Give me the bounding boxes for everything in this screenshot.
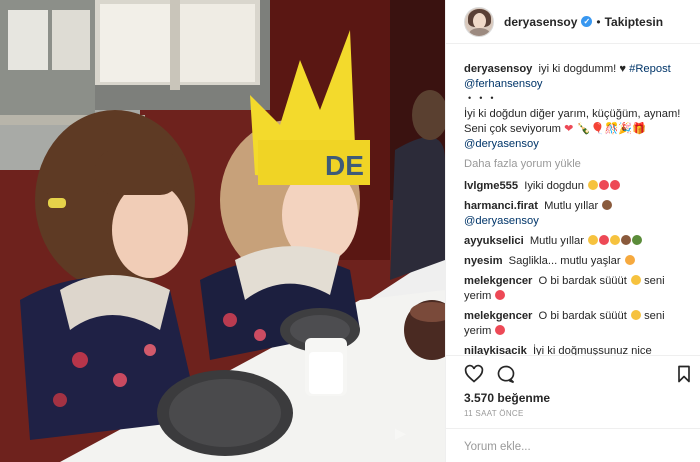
comment-username[interactable]: ayyukselici xyxy=(464,235,524,247)
post-side-panel: deryasensoy ✓ • Takiptesin deryasensoy i… xyxy=(445,0,700,462)
comment-item: ayyukselici Mutlu yıllar xyxy=(464,234,683,249)
comment-username[interactable]: melekgencer xyxy=(464,310,532,322)
comment-bubble-icon[interactable] xyxy=(496,364,516,384)
comment-item: lvlgme555 Iyiki dogdun xyxy=(464,179,683,194)
heart-icon xyxy=(599,180,610,190)
comment-item: melekgencer O bi bardak süüüt seni yerim xyxy=(464,274,683,304)
following-button[interactable]: Takiptesin xyxy=(605,15,663,29)
verified-badge-icon: ✓ xyxy=(581,16,593,27)
add-comment-bar xyxy=(446,428,700,462)
birthday-photo-illustration: DE ▸ xyxy=(0,0,445,462)
comment-item: harmanci.firat Mutlu yıllar @deryasensoy xyxy=(464,199,683,229)
caption-username[interactable]: deryasensoy xyxy=(464,63,532,75)
add-comment-input[interactable] xyxy=(464,438,684,456)
face-icon xyxy=(588,180,599,190)
likes-count[interactable]: 3.570 beğenme xyxy=(464,391,550,405)
comment-text: Mutlu yıllar xyxy=(529,235,584,247)
crown-text: DE xyxy=(325,150,364,181)
comment-text: Iyiki dogdun xyxy=(524,180,584,192)
comment-text: O bi bardak süüüt xyxy=(538,275,627,287)
cake-icon xyxy=(621,235,632,245)
comment-item: melekgencer O bi bardak süüüt seni yerim xyxy=(464,309,683,339)
cake-icon xyxy=(602,200,613,210)
heart-outline-icon[interactable] xyxy=(464,364,484,384)
caption-hashtag[interactable]: #Repost xyxy=(629,63,671,75)
header-separator: • xyxy=(596,14,601,29)
caption-dots: ・・・ xyxy=(464,93,498,105)
face-icon xyxy=(630,310,641,320)
comment-text: Mutlu yıllar xyxy=(544,200,599,212)
avatar[interactable] xyxy=(464,6,494,37)
caption-mention[interactable]: @ferhansensoy xyxy=(464,78,543,90)
caption-body-mention[interactable]: @deryasensoy xyxy=(464,138,539,150)
comment-text: Saglikla... mutlu yaşlar xyxy=(508,255,621,267)
heart-eyes-icon xyxy=(624,255,635,265)
post-timestamp[interactable]: 11 SAAT ÖNCE xyxy=(464,409,524,418)
comment-username[interactable]: harmanci.firat xyxy=(464,200,538,212)
load-more-comments-button[interactable]: Daha fazla yorum yükle xyxy=(464,157,683,172)
comment-item: nilaykisacik İyi ki doğmuşsunuz nice yıl… xyxy=(464,344,683,355)
face-icon xyxy=(630,275,641,285)
heart-icon xyxy=(599,235,610,245)
post-photo[interactable]: DE ▸ xyxy=(0,0,445,462)
post-header: deryasensoy ✓ • Takiptesin xyxy=(446,0,700,44)
comment-username[interactable]: lvlgme555 xyxy=(464,180,518,192)
caption: deryasensoy iyi ki dogdumm! ♥ #Repost @f… xyxy=(464,62,683,152)
comments-list[interactable]: deryasensoy iyi ki dogdumm! ♥ #Repost @f… xyxy=(446,52,700,355)
comment-username[interactable]: nilaykisacik xyxy=(464,345,527,355)
face-icon xyxy=(588,235,599,245)
action-bar xyxy=(446,355,700,395)
svg-text:▸: ▸ xyxy=(395,420,406,445)
bookmark-icon[interactable] xyxy=(674,364,694,384)
comment-mention[interactable]: @deryasensoy xyxy=(464,215,539,227)
face-icon xyxy=(610,235,621,245)
heart-icon xyxy=(495,325,506,335)
comment-item: nyesim Saglikla... mutlu yaşlar xyxy=(464,254,683,269)
heart-icon xyxy=(495,290,506,300)
caption-emojis: ❤ 🍾🎈🎊🎉🎁 xyxy=(564,123,647,135)
comment-text: O bi bardak süüüt xyxy=(538,310,627,322)
caption-text: iyi ki dogdumm! ♥ xyxy=(538,63,626,75)
comment-username[interactable]: melekgencer xyxy=(464,275,532,287)
bottle-icon xyxy=(632,235,643,245)
header-username[interactable]: deryasensoy xyxy=(504,15,577,29)
heart-icon xyxy=(610,180,621,190)
comment-username[interactable]: nyesim xyxy=(464,255,503,267)
